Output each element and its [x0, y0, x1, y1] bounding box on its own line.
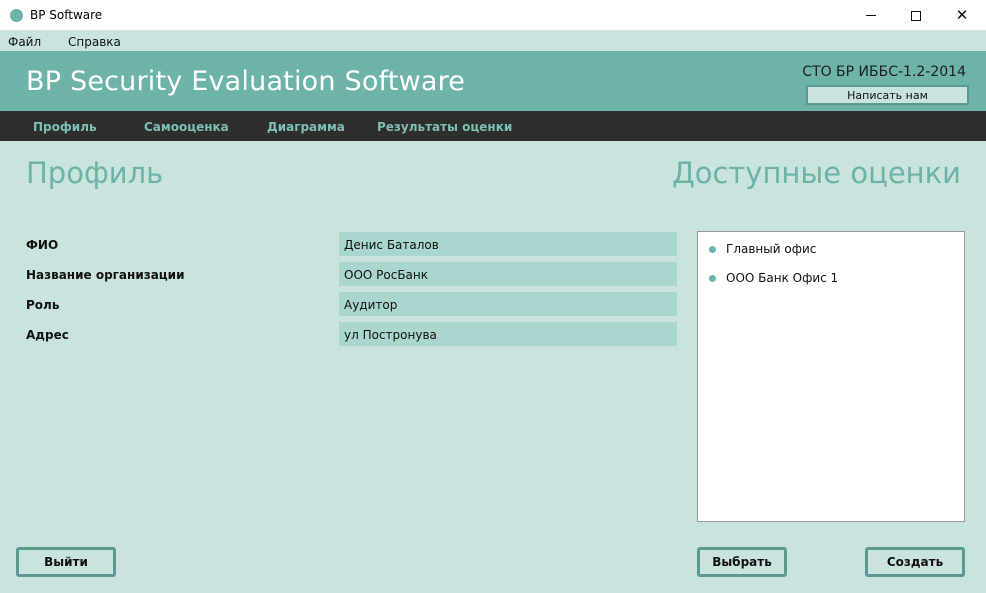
field-value-organization: ООО РосБанк: [339, 262, 677, 286]
list-item[interactable]: ООО Банк Офис 1: [709, 271, 838, 285]
window-title: BP Software: [30, 8, 103, 22]
app-icon: [10, 9, 23, 22]
menu-file[interactable]: Файл: [8, 35, 41, 49]
field-value-name: Денис Баталов: [339, 232, 677, 256]
tab-profile[interactable]: Профиль: [33, 120, 97, 134]
field-label-role: Роль: [26, 298, 60, 312]
bullet-icon: [709, 245, 716, 253]
app-title: BP Security Evaluation Software: [26, 66, 466, 97]
app-header: BP Security Evaluation Software СТО БР И…: [0, 51, 986, 111]
contact-us-button[interactable]: Написать нам: [806, 85, 969, 105]
field-value-address: ул Постронува: [339, 322, 677, 346]
minimize-button[interactable]: [848, 0, 894, 31]
menu-help[interactable]: Справка: [68, 35, 121, 49]
field-label-organization: Название организации: [26, 268, 185, 282]
list-item-label: Главный офис: [726, 242, 817, 256]
list-item-label: ООО Банк Офис 1: [726, 271, 839, 285]
tab-diagram[interactable]: Диаграмма: [267, 120, 345, 134]
maximize-button[interactable]: [893, 0, 939, 31]
bullet-icon: [709, 274, 716, 282]
tab-results[interactable]: Результаты оценки: [377, 120, 512, 134]
list-item[interactable]: Главный офис: [709, 242, 816, 256]
maximize-icon: [911, 10, 921, 21]
evaluations-list[interactable]: Главный офис ООО Банк Офис 1: [697, 231, 965, 522]
standard-label: СТО БР ИББС-1.2-2014: [802, 64, 966, 80]
evaluations-title: Доступные оценки: [672, 156, 961, 190]
tab-self-assessment[interactable]: Самооценка: [144, 120, 229, 134]
field-label-address: Адрес: [26, 328, 69, 342]
field-label-name: ФИО: [26, 238, 59, 252]
nav-bar: Профиль Самооценка Диаграмма Результаты …: [0, 111, 986, 141]
close-icon: ✕: [955, 6, 969, 24]
menu-bar: Файл Справка: [0, 31, 986, 51]
create-button[interactable]: Создать: [865, 547, 965, 577]
minimize-icon: [866, 15, 876, 16]
select-button[interactable]: Выбрать: [697, 547, 787, 577]
profile-title: Профиль: [26, 156, 164, 190]
close-button[interactable]: ✕: [939, 0, 985, 31]
window-titlebar: BP Software ✕: [0, 0, 986, 31]
exit-button[interactable]: Выйти: [16, 547, 116, 577]
field-value-role: Аудитор: [339, 292, 677, 316]
